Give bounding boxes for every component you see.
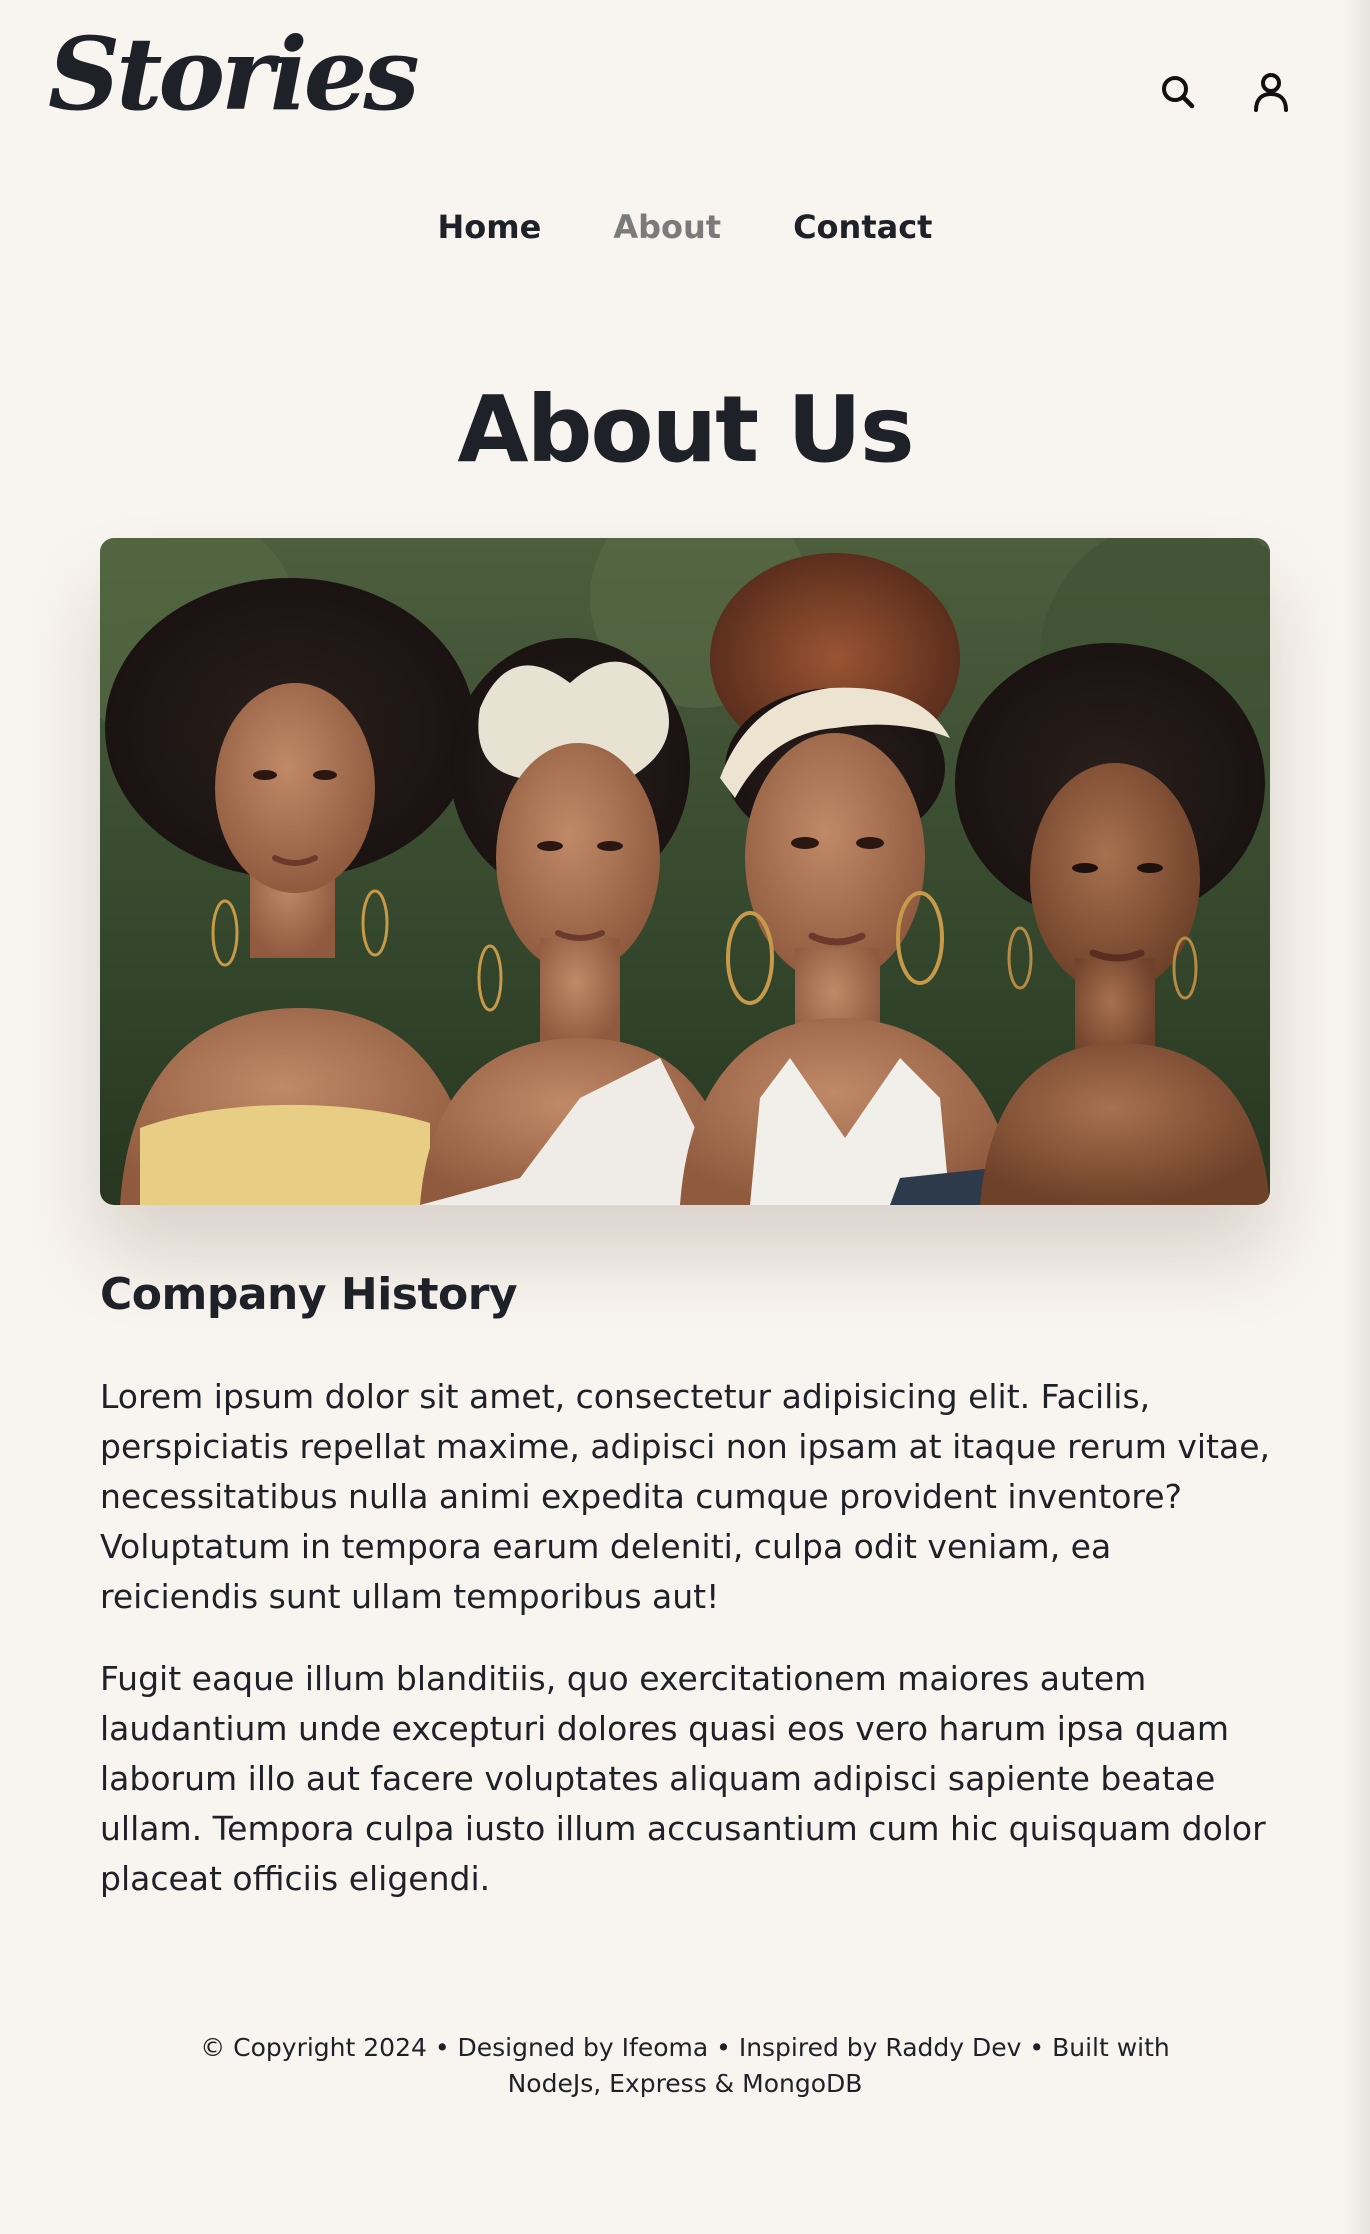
user-icon[interactable] (1249, 70, 1293, 114)
history-paragraph-1: Lorem ipsum dolor sit amet, consectetur … (100, 1377, 1271, 1616)
section-title: Company History (100, 1269, 518, 1320)
nav-home[interactable]: Home (438, 200, 542, 254)
footer-text: © Copyright 2024 • Designed by Ifeoma • … (200, 2033, 1170, 2098)
main-nav: Home About Contact (0, 200, 1370, 254)
site-logo[interactable]: Stories (48, 14, 420, 134)
page-title: About Us (457, 376, 914, 483)
history-paragraph-2: Fugit eaque illum blanditiis, quo exerci… (100, 1659, 1266, 1898)
nav-contact[interactable]: Contact (793, 200, 932, 254)
page-edge-shadow (1344, 0, 1370, 2234)
search-icon[interactable] (1156, 70, 1200, 114)
hero-photo (100, 538, 1270, 1205)
nav-about[interactable]: About (613, 200, 721, 254)
